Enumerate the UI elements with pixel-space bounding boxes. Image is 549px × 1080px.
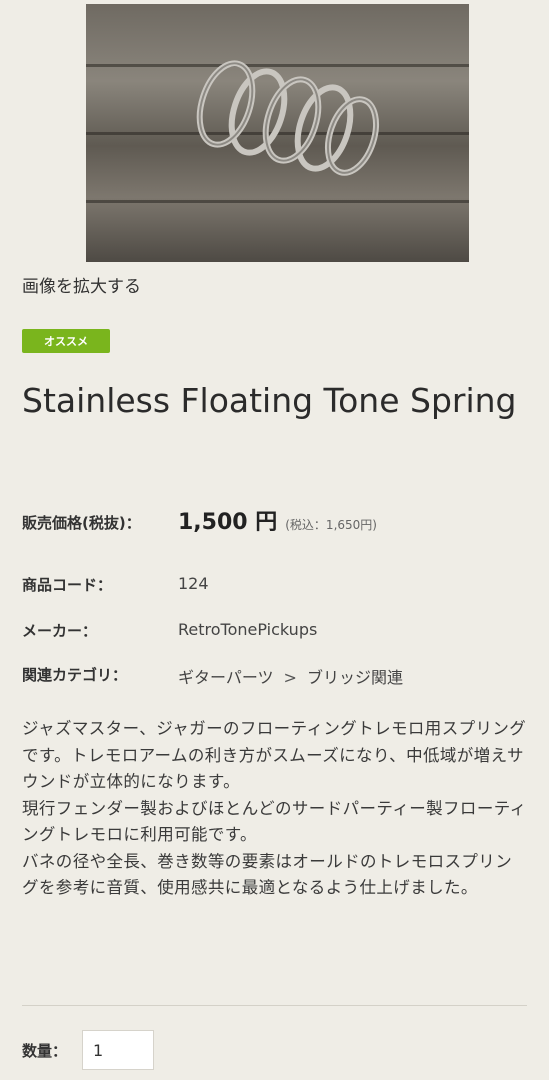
spring-icon bbox=[196, 60, 379, 176]
quantity-label: 数量： bbox=[22, 1041, 68, 1060]
maker-label: メーカー： bbox=[22, 622, 98, 640]
category-link-bridge[interactable]: ブリッジ関連 bbox=[307, 668, 403, 687]
recommended-badge: オススメ bbox=[22, 329, 110, 353]
quantity-input[interactable] bbox=[82, 1030, 154, 1070]
product-description: ジャズマスター、ジャガーのフローティングトレモロ用スプリングです。トレモロアーム… bbox=[22, 716, 527, 902]
price-label: 販売価格(税抜)： bbox=[22, 514, 141, 532]
divider bbox=[22, 1005, 527, 1006]
enlarge-image-link[interactable]: 画像を拡大する bbox=[22, 272, 141, 297]
category-label: 関連カテゴリ： bbox=[22, 666, 128, 684]
maker-row: メーカー： RetroTonePickups bbox=[22, 620, 317, 641]
product-code-row: 商品コード： 124 bbox=[22, 574, 209, 595]
quantity-row: 数量： bbox=[22, 1030, 154, 1070]
description-paragraph: バネの径や全長、巻き数等の要素はオールドのトレモロスプリングを参考に音質、使用感… bbox=[22, 851, 513, 898]
product-code-label: 商品コード： bbox=[22, 576, 113, 594]
description-paragraph: ジャズマスター、ジャガーのフローティングトレモロ用スプリングです。トレモロアーム… bbox=[22, 719, 527, 791]
category-link-guitar-parts[interactable]: ギターパーツ bbox=[178, 668, 274, 687]
category-breadcrumb: ギターパーツ > ブリッジ関連 bbox=[178, 664, 403, 688]
product-title: Stainless Floating Tone Spring bbox=[22, 381, 517, 420]
price-tax-included: (税込：1,650円) bbox=[285, 518, 377, 532]
category-row: 関連カテゴリ： ギターパーツ > ブリッジ関連 bbox=[22, 664, 403, 687]
product-code-value: 124 bbox=[178, 574, 209, 593]
price-value: 1,500 円 (税込：1,650円) bbox=[178, 504, 377, 536]
price-amount: 1,500 円 bbox=[178, 510, 278, 535]
description-paragraph: 現行フェンダー製およびほとんどのサードパーティー製フローティングトレモロに利用可… bbox=[22, 798, 527, 845]
product-image[interactable] bbox=[86, 4, 469, 262]
breadcrumb-separator: > bbox=[283, 668, 297, 687]
maker-value: RetroTonePickups bbox=[178, 620, 318, 639]
price-row: 販売価格(税抜)： 1,500 円 (税込：1,650円) bbox=[22, 510, 377, 535]
